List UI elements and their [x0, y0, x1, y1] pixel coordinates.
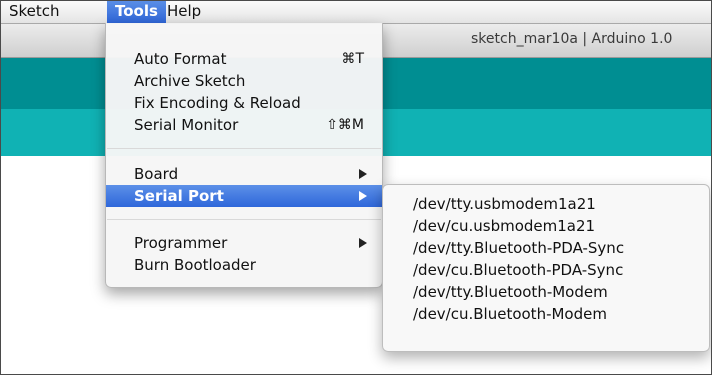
menu-item-burn-bootloader[interactable]: Burn Bootloader — [106, 254, 382, 276]
serial-port-label: /dev/tty.usbmodem1a21 — [413, 195, 596, 213]
serial-port-option[interactable]: /dev/cu.Bluetooth-Modem — [383, 303, 709, 325]
submenu-arrow-icon — [359, 169, 367, 179]
tools-menu: Auto Format ⌘T Archive Sketch Fix Encodi… — [105, 23, 383, 288]
menu-item-label: Fix Encoding & Reload — [134, 94, 301, 112]
serial-port-label: /dev/cu.usbmodem1a21 — [413, 217, 596, 235]
menu-item-label: Serial Monitor — [134, 116, 239, 134]
serial-port-label: /dev/cu.Bluetooth-PDA-Sync — [413, 261, 624, 279]
submenu-arrow-icon — [359, 238, 367, 248]
window-title: sketch_mar10a | Arduino 1.0 — [471, 31, 673, 47]
serial-port-option[interactable]: /dev/tty.Bluetooth-PDA-Sync — [383, 237, 709, 259]
menu-separator — [107, 148, 381, 149]
serial-port-option[interactable]: /dev/cu.Bluetooth-PDA-Sync — [383, 259, 709, 281]
menu-help[interactable]: Help — [159, 1, 209, 23]
serial-port-submenu: /dev/tty.usbmodem1a21 /dev/cu.usbmodem1a… — [382, 184, 710, 352]
menu-item-serial-port[interactable]: Serial Port — [106, 185, 382, 207]
serial-port-label: /dev/tty.Bluetooth-PDA-Sync — [413, 239, 625, 257]
serial-port-label: /dev/tty.Bluetooth-Modem — [413, 283, 608, 301]
menu-item-label: Burn Bootloader — [134, 256, 256, 274]
menu-item-shortcut: ⌘T — [341, 51, 364, 67]
menubar: Sketch Tools Help — [1, 1, 711, 24]
menu-item-label: Archive Sketch — [134, 72, 246, 90]
serial-port-option[interactable]: /dev/tty.usbmodem1a21 — [383, 193, 709, 215]
menu-item-serial-monitor[interactable]: Serial Monitor ⇧⌘M — [106, 114, 382, 136]
menu-tools[interactable]: Tools — [107, 1, 166, 23]
menu-item-board[interactable]: Board — [106, 163, 382, 185]
serial-port-option[interactable]: /dev/cu.usbmodem1a21 — [383, 215, 709, 237]
menu-item-auto-format[interactable]: Auto Format ⌘T — [106, 48, 382, 70]
serial-port-label: /dev/cu.Bluetooth-Modem — [413, 305, 607, 323]
menu-separator — [107, 219, 381, 220]
serial-port-option[interactable]: /dev/tty.Bluetooth-Modem — [383, 281, 709, 303]
menu-item-programmer[interactable]: Programmer — [106, 232, 382, 254]
menu-item-label: Board — [134, 165, 179, 183]
menu-item-label: Serial Port — [134, 187, 224, 205]
menu-item-label: Programmer — [134, 234, 228, 252]
menu-item-shortcut: ⇧⌘M — [326, 117, 364, 133]
arduino-window: sketch_mar10a | Arduino 1.0 Sketch Tools… — [0, 0, 712, 375]
menu-item-fix-encoding[interactable]: Fix Encoding & Reload — [106, 92, 382, 114]
menu-sketch[interactable]: Sketch — [1, 1, 68, 23]
menu-item-label: Auto Format — [134, 50, 227, 68]
menu-item-archive-sketch[interactable]: Archive Sketch — [106, 70, 382, 92]
submenu-arrow-icon — [359, 191, 367, 201]
